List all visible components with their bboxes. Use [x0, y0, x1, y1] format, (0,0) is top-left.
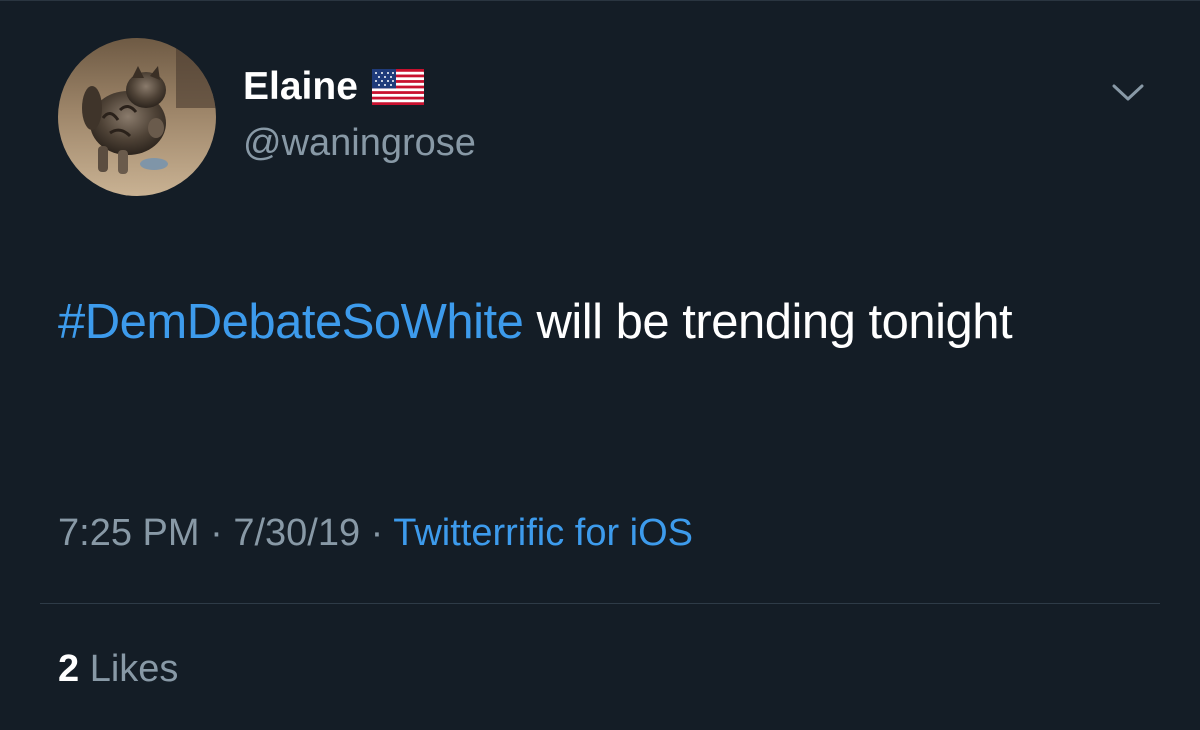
tweet-body-text: will be trending tonight: [523, 295, 1013, 349]
meta-separator: ·: [360, 512, 394, 554]
top-border: [0, 0, 1200, 1]
tweet-date: 7/30/19: [233, 512, 361, 554]
tweet-time: 7:25 PM: [58, 512, 200, 554]
divider: [40, 603, 1160, 604]
likes-stat[interactable]: 2 Likes: [58, 644, 178, 694]
tweet-menu-button[interactable]: [1110, 78, 1146, 106]
source-link[interactable]: Twitterrific for iOS: [393, 512, 693, 554]
avatar[interactable]: [58, 38, 216, 196]
meta-separator: ·: [199, 512, 234, 554]
tweet-meta: 7:25 PM · 7/30/19 · Twitterrific for iOS: [58, 508, 693, 558]
hashtag-link[interactable]: #DemDebateSoWhite: [58, 295, 524, 349]
tweet-text: #DemDebateSoWhite will be trending tonig…: [58, 276, 1148, 369]
user-handle[interactable]: @waningrose: [243, 120, 476, 166]
us-flag-icon: [371, 69, 424, 105]
kitten-photo-icon: [58, 38, 216, 196]
author-name-row[interactable]: Elaine: [243, 64, 424, 110]
display-name[interactable]: Elaine: [243, 64, 358, 110]
likes-count: 2: [58, 648, 80, 690]
chevron-down-icon: [1112, 84, 1144, 101]
likes-label: Likes: [79, 648, 179, 690]
